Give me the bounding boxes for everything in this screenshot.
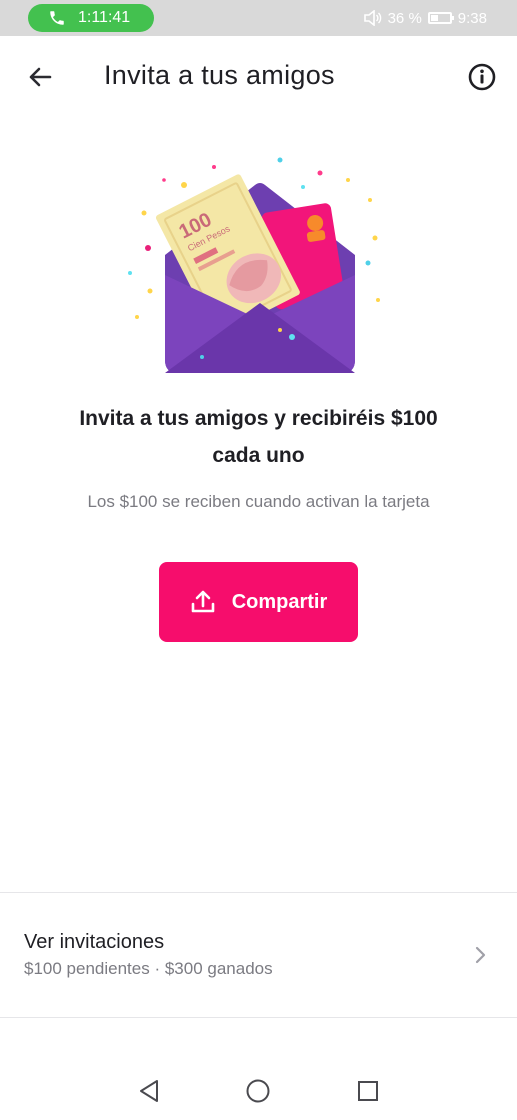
- share-button-label: Compartir: [231, 590, 328, 613]
- arrow-left-icon[interactable]: [24, 61, 56, 93]
- share-upload-icon: [191, 590, 215, 613]
- envelope-illustration: 100 Cien Pesos: [128, 157, 380, 373]
- invite-headline: Invita a tus amigos y recibiréis $100 ca…: [40, 400, 477, 474]
- ongoing-call-pill[interactable]: 1:11:41: [28, 4, 154, 32]
- invite-subtext: Los $100 se reciben cuando activan la ta…: [87, 492, 430, 511]
- triangle-back-icon[interactable]: [136, 1078, 162, 1104]
- status-bar: 1:11:41 36 % 9:38: [0, 0, 517, 36]
- call-timer: 1:11:41: [78, 9, 131, 26]
- battery-percent: 36 %: [387, 9, 422, 27]
- share-button[interactable]: Compartir: [159, 562, 358, 642]
- view-invitations-row[interactable]: Ver invitaciones $100 pendientes · $300 …: [0, 893, 517, 1017]
- info-circle-icon[interactable]: [467, 62, 497, 92]
- app-header: Invita a tus amigos: [0, 36, 517, 120]
- chevron-right-icon: [475, 946, 486, 964]
- clock: 9:38: [457, 9, 487, 27]
- battery-icon: [427, 12, 454, 24]
- square-recents-icon[interactable]: [355, 1078, 381, 1104]
- system-nav-bar: [0, 1062, 517, 1120]
- headline-line-2: cada uno: [212, 444, 305, 467]
- page-title: Invita a tus amigos: [104, 60, 335, 90]
- phone-icon: [50, 11, 64, 25]
- divider-bottom: [0, 1017, 517, 1018]
- headline-line-1: Invita a tus amigos y recibiréis $100: [79, 407, 438, 430]
- invitations-title: Ver invitaciones: [24, 931, 165, 953]
- speaker-icon: [363, 10, 381, 26]
- invitations-summary: $100 pendientes · $300 ganados: [24, 959, 273, 978]
- circle-home-icon[interactable]: [245, 1078, 271, 1104]
- status-indicators: 36 % 9:38: [363, 8, 487, 28]
